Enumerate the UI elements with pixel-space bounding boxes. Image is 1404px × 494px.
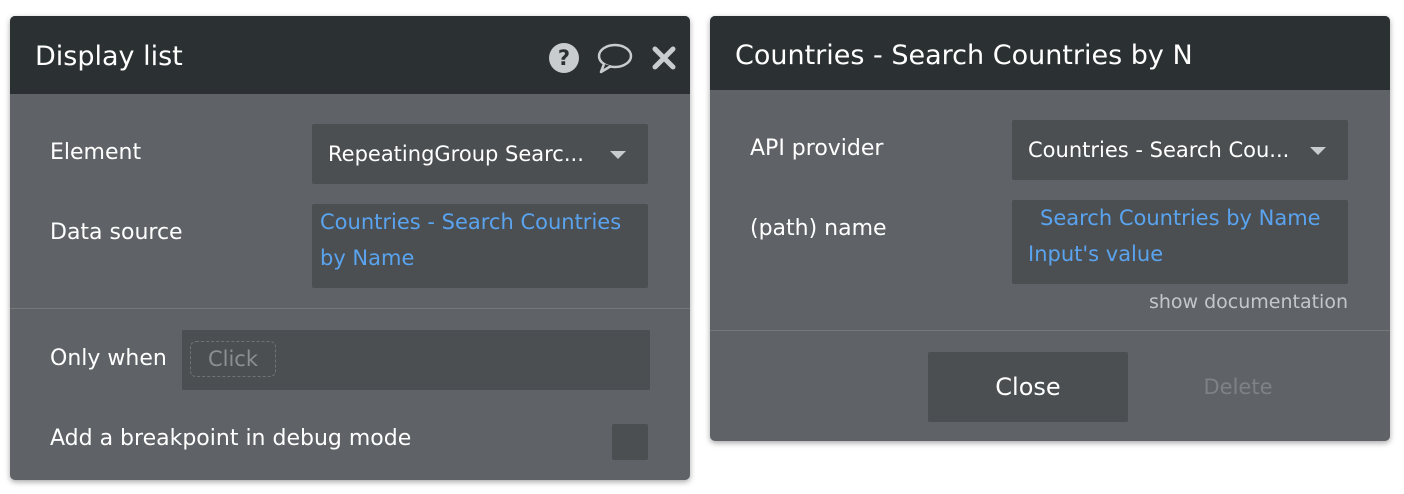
data-source-expression-line2[interactable]: by Name	[320, 240, 414, 276]
element-label: Element	[50, 140, 142, 165]
show-documentation-link[interactable]: show documentation	[1149, 291, 1348, 313]
api-provider-dropdown-value: Countries - Search Cou...	[1028, 138, 1290, 162]
delete-button[interactable]: Delete	[1138, 352, 1338, 422]
help-icon[interactable]: ?	[548, 42, 580, 74]
api-provider-dropdown[interactable]: Countries - Search Cou...	[1012, 120, 1348, 180]
breakpoint-label: Add a breakpoint in debug mode	[50, 426, 412, 451]
api-call-panel: Countries - Search Countries by N API pr…	[710, 16, 1390, 441]
only-when-label: Only when	[50, 346, 167, 371]
section-divider	[710, 330, 1390, 331]
close-button[interactable]: Close	[928, 352, 1128, 422]
click-placeholder[interactable]: Click	[190, 341, 276, 377]
api-provider-label: API provider	[750, 136, 884, 161]
svg-text:?: ?	[558, 46, 570, 70]
only-when-field[interactable]: Click	[182, 330, 650, 390]
panel-title: Countries - Search Countries by N	[735, 40, 1193, 71]
panel-header: Display list ?	[10, 16, 690, 94]
breakpoint-checkbox[interactable]	[612, 424, 648, 460]
element-dropdown-value: RepeatingGroup Searc...	[328, 142, 584, 166]
section-divider	[10, 308, 690, 309]
data-source-label: Data source	[50, 220, 183, 245]
data-source-expression-line1[interactable]: Countries - Search Countries	[320, 204, 621, 240]
panel-header: Countries - Search Countries by N	[710, 16, 1390, 90]
path-name-expression-line2[interactable]: Input's value	[1028, 236, 1163, 272]
path-name-expression-line1[interactable]: Search Countries by Name	[1040, 200, 1321, 236]
path-name-label: (path) name	[750, 216, 887, 241]
panel-title: Display list	[35, 41, 183, 72]
comment-icon[interactable]	[596, 42, 634, 74]
chevron-down-icon	[1310, 147, 1326, 155]
data-source-field[interactable]: Countries - Search Countries by Name	[312, 204, 648, 288]
display-list-panel: Display list ? Element RepeatingGroup Se…	[10, 16, 690, 480]
element-dropdown[interactable]: RepeatingGroup Searc...	[312, 124, 648, 184]
close-icon[interactable]	[650, 44, 678, 72]
chevron-down-icon	[610, 151, 626, 159]
path-name-field[interactable]: Search Countries by Name Input's value	[1012, 200, 1348, 284]
